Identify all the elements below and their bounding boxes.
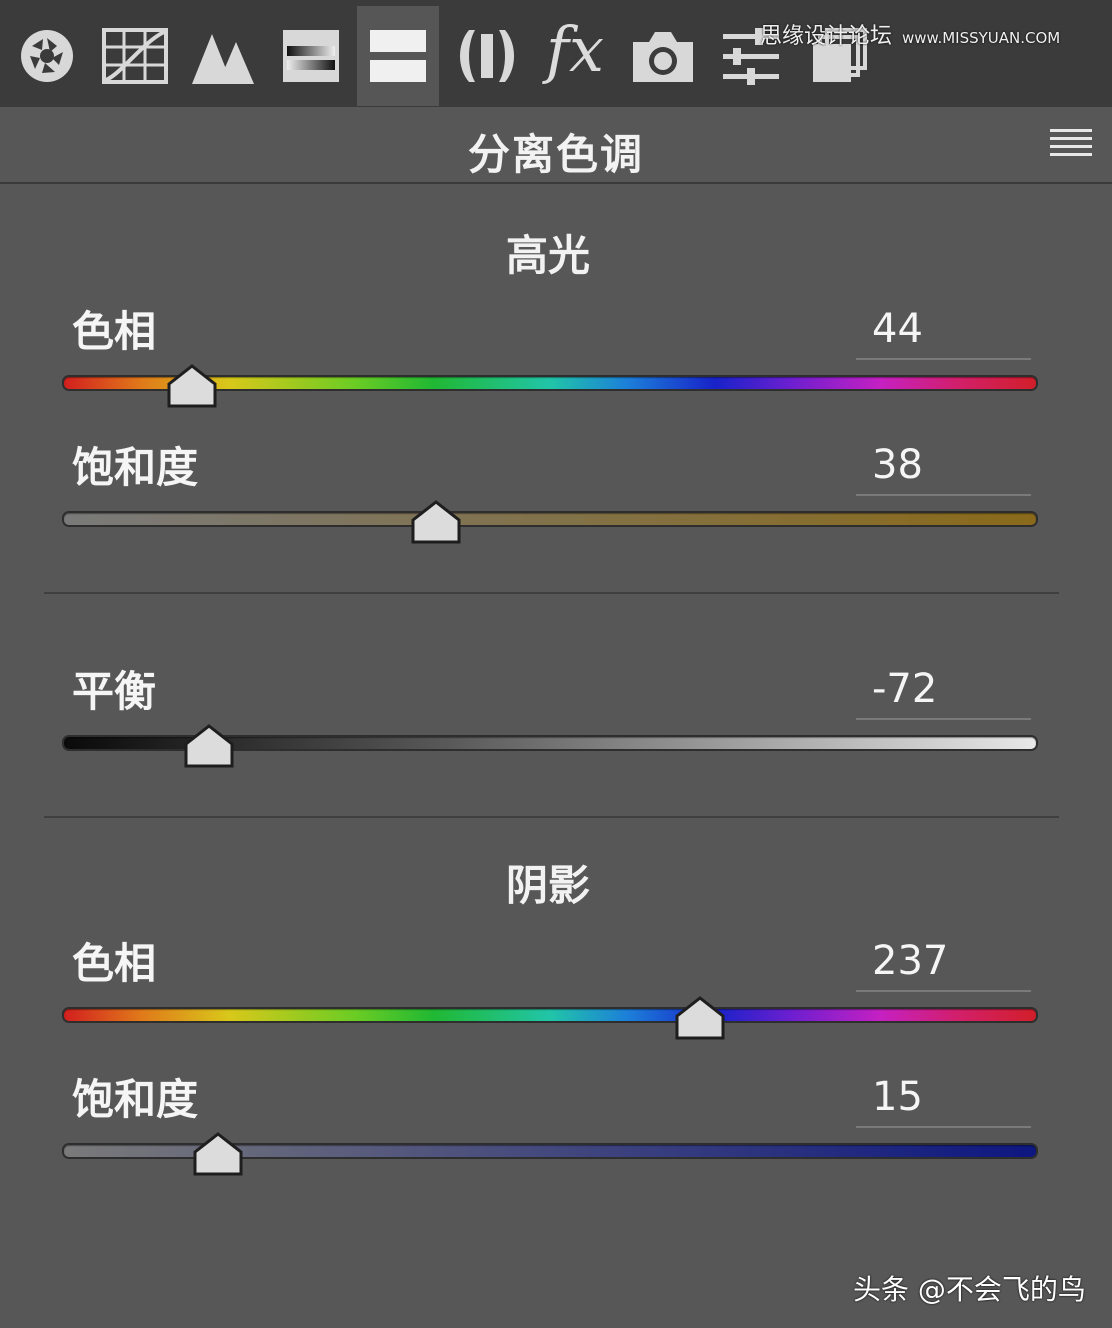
aperture-icon [21,30,73,82]
panel-header: 分离色调 [0,107,1112,184]
tool-camera-calibration[interactable] [622,6,704,106]
shadows-hue-value[interactable]: 237 [856,936,1031,992]
effects-fx-icon: fx [546,13,604,86]
lens-corrections-icon [460,30,514,82]
highlights-title: 高光 [505,231,590,280]
shadows-hue-slider[interactable] [64,1009,1036,1021]
balance-value[interactable]: -72 [856,664,1031,720]
panel-title: 分离色调 [467,130,644,179]
camera-calibration-icon [633,32,693,82]
highlights-saturation-thumb[interactable] [411,500,461,544]
section-divider [44,816,1059,818]
author-credit: 头条 @不会飞的鸟 [853,1273,1086,1306]
shadows-saturation-label: 饱和度 [72,1075,199,1124]
panel-menu-icon[interactable] [1050,129,1094,163]
highlights-hue-value[interactable]: 44 [856,304,1031,360]
balance-thumb[interactable] [184,724,234,768]
highlights-hue-thumb[interactable] [167,364,217,408]
tool-detail[interactable] [182,6,264,106]
section-divider [44,592,1059,594]
tool-tone-curve[interactable] [94,6,176,106]
shadows-hue-label: 色相 [72,939,157,988]
highlights-saturation-slider[interactable] [64,513,1036,525]
highlights-hue-label: 色相 [72,307,157,356]
tool-hsl[interactable] [270,6,352,106]
watermark: 思缘设计论坛 www.MISSYUAN.COM [760,18,1060,50]
tool-basic[interactable] [6,6,88,106]
tool-lens-corrections[interactable] [446,6,528,106]
watermark-text: 思缘设计论坛 [760,24,893,49]
hsl-icon [283,30,339,82]
tone-curve-icon [102,28,168,84]
detail-icon [192,34,254,84]
panel-toolbar: fx 思缘设计论坛 www.MISSYUAN.COM [0,0,1112,107]
shadows-hue-thumb[interactable] [675,996,725,1040]
balance-label: 平衡 [72,667,157,716]
shadows-saturation-thumb[interactable] [193,1132,243,1176]
highlights-saturation-label: 饱和度 [72,443,199,492]
highlights-saturation-value[interactable]: 38 [856,440,1031,496]
shadows-title: 阴影 [505,861,590,910]
tool-effects[interactable]: fx [534,6,616,106]
watermark-site: www.MISSYUAN.COM [902,29,1061,47]
shadows-saturation-value[interactable]: 15 [856,1072,1031,1128]
split-toning-icon [370,30,426,82]
tool-split-toning[interactable] [357,6,439,106]
